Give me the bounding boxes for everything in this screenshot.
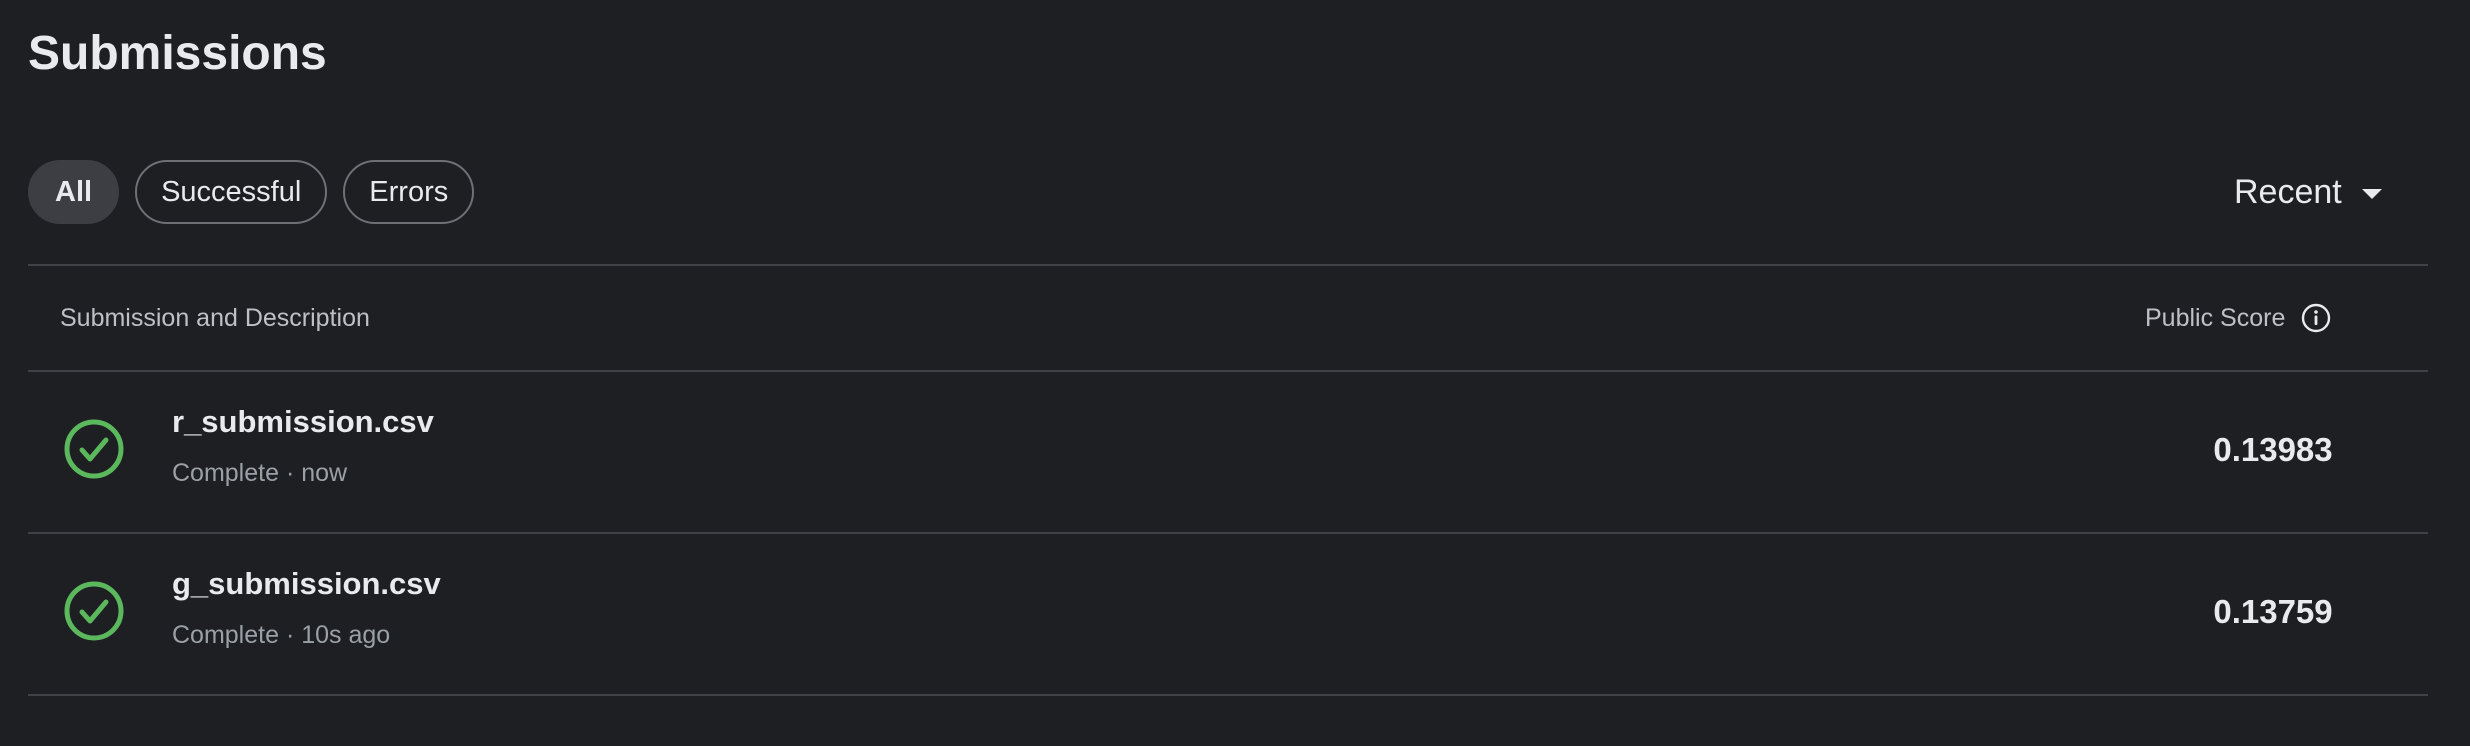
submission-status: Complete · now	[172, 459, 348, 487]
divider	[28, 694, 2428, 696]
submission-status: Complete · 10s ago	[172, 621, 391, 649]
column-header-score-label: Public Score	[2145, 304, 2286, 332]
table-row[interactable]: r_submission.csv Complete · now 0.13983	[28, 372, 2428, 532]
sort-dropdown[interactable]: Recent	[2234, 160, 2382, 224]
filter-all-chip[interactable]: All	[28, 160, 120, 224]
column-header-score: Public Score	[2145, 300, 2331, 336]
public-score: 0.13983	[2213, 431, 2333, 468]
check-circle-icon	[64, 581, 124, 641]
sort-label: Recent	[2234, 172, 2342, 211]
table-row[interactable]: g_submission.csv Complete · 10s ago 0.13…	[28, 534, 2428, 694]
filter-bar: All Successful Errors	[28, 160, 475, 224]
caret-down-icon	[2361, 189, 2382, 199]
page-title: Submissions	[28, 27, 327, 80]
column-header-submission: Submission and Description	[60, 304, 370, 332]
info-icon[interactable]	[2301, 303, 2331, 333]
public-score: 0.13759	[2213, 593, 2333, 630]
divider	[28, 264, 2428, 266]
submission-file-name[interactable]: g_submission.csv	[172, 562, 441, 606]
filter-successful-chip[interactable]: Successful	[135, 160, 328, 224]
check-circle-icon	[64, 419, 124, 479]
submission-file-name[interactable]: r_submission.csv	[172, 400, 434, 444]
filter-errors-chip[interactable]: Errors	[343, 160, 475, 224]
